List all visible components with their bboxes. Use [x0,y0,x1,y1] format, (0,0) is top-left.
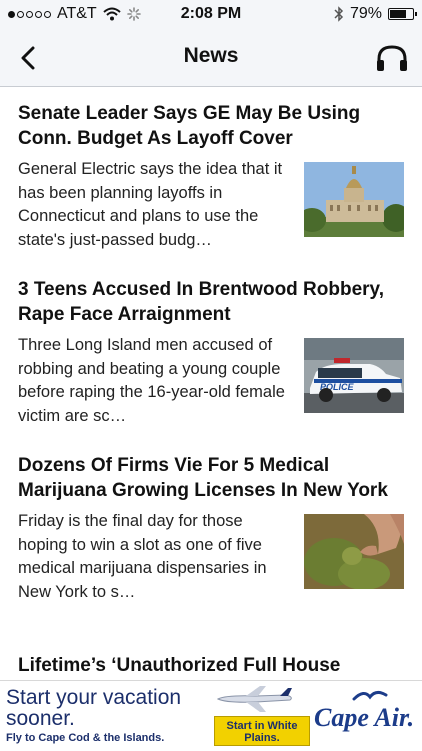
article-item[interactable]: Lifetime’s ‘Unauthorized Full House [18,653,406,678]
ad-cta-button[interactable]: Start in White Plains. [214,716,310,746]
status-right: 79% [334,5,417,23]
news-feed[interactable]: Senate Leader Says GE May Be Using Conn.… [0,87,422,679]
article-item[interactable]: Dozens Of Firms Vie For 5 Medical Mariju… [18,453,406,604]
article-item[interactable]: Senate Leader Says GE May Be Using Conn.… [18,101,406,252]
article-item[interactable]: 3 Teens Accused In Brentwood Robbery, Ra… [18,277,406,428]
nav-bar: News [0,30,422,87]
article-summary: Three Long Island men accused of robbing… [18,336,285,425]
status-bar: AT&T 2:08 PM 79% [0,0,422,30]
article-thumbnail[interactable]: POLICE [304,338,404,413]
battery-icon [388,8,417,20]
ad-logo: Cape Air. [314,703,415,732]
headphones-icon [377,45,407,71]
ad-subtext: Fly to Cape Cod & the Islands. [6,732,165,744]
battery-fill [390,10,406,18]
article-headline[interactable]: Dozens Of Firms Vie For 5 Medical Mariju… [18,453,406,503]
page-title: News [183,44,239,67]
article-headline[interactable]: Senate Leader Says GE May Be Using Conn.… [18,101,406,151]
article-body: Friday is the final day for those hoping… [18,510,406,604]
article-summary: Friday is the final day for those hoping… [18,512,267,601]
article-body: Three Long Island men accused of robbing… [18,334,406,428]
ad-banner[interactable]: Start your vacation sooner. Fly to Cape … [0,680,422,751]
article-headline[interactable]: Lifetime’s ‘Unauthorized Full House [18,653,406,678]
article-body: General Electric says the idea that it h… [18,158,406,252]
article-thumbnail[interactable] [304,162,404,237]
battery-percent: 79% [349,5,382,22]
article-summary: General Electric says the idea that it h… [18,160,283,249]
article-thumbnail[interactable] [304,514,404,589]
bluetooth-icon [334,6,344,22]
listen-button[interactable] [374,40,410,76]
airplane-icon [216,686,292,712]
article-headline[interactable]: 3 Teens Accused In Brentwood Robbery, Ra… [18,277,406,327]
ad-headline: Start your vacation sooner. [6,686,182,730]
